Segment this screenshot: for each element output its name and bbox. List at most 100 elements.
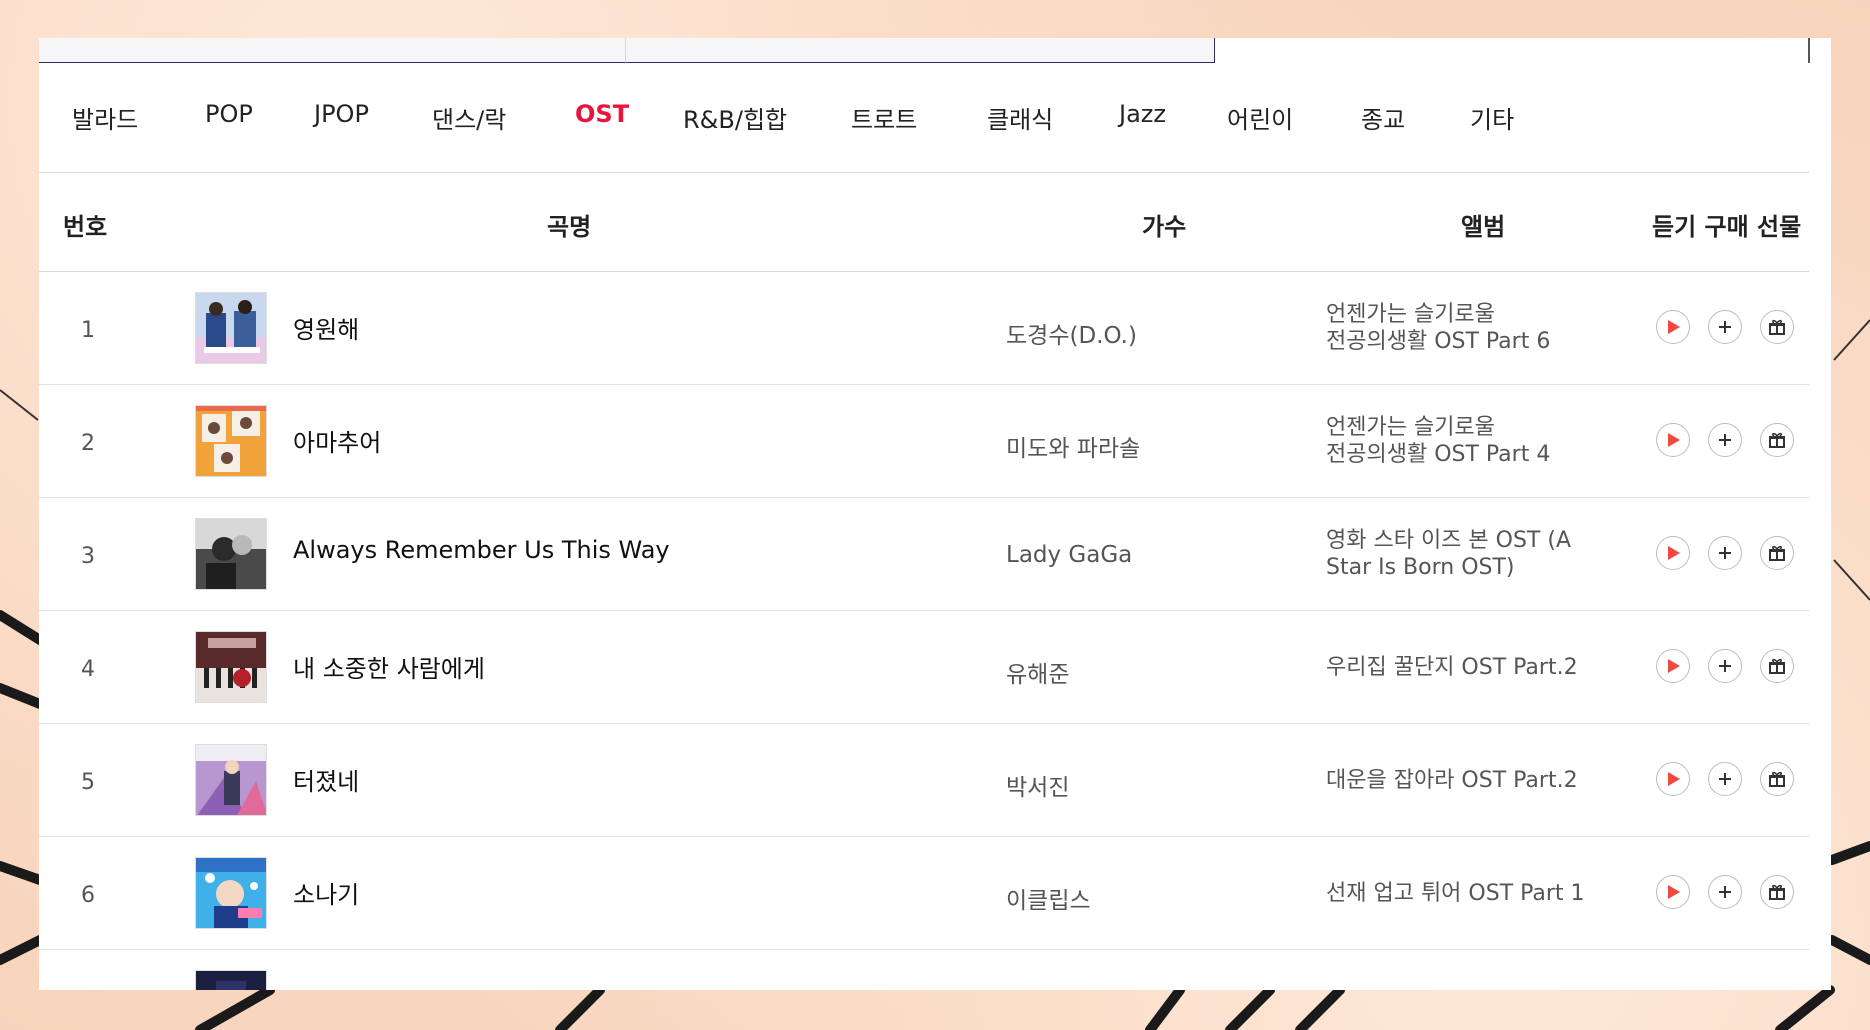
gift-icon	[1769, 658, 1785, 674]
genre-tab-rnb-hiphop[interactable]: R&B/힙합	[683, 100, 787, 135]
play-icon	[1668, 320, 1680, 334]
album-name[interactable]: 대운을 잡아라 OST Part.2	[1326, 767, 1626, 794]
header-artist: 가수	[1142, 213, 1187, 241]
gift-icon	[1769, 432, 1785, 448]
add-button[interactable]	[1708, 649, 1742, 683]
album-line-1: 언젠가는 슬기로울	[1326, 415, 1495, 440]
genre-tab-ballad[interactable]: 발라드	[72, 100, 138, 135]
genre-tab-jpop[interactable]: JPOP	[314, 100, 369, 128]
album-name[interactable]: 언젠가는 슬기로울 전공의생활 OST Part 6	[1326, 301, 1626, 355]
genre-tab-ost[interactable]: OST	[575, 100, 629, 128]
album-name[interactable]: 영화 스타 이즈 본 OST (A Star Is Born OST)	[1326, 527, 1626, 581]
top-tab-bar	[39, 38, 1831, 64]
play-icon	[1668, 433, 1680, 447]
gift-icon	[1769, 771, 1785, 787]
table-row-partial	[39, 950, 1809, 990]
song-title[interactable]: Always Remember Us This Way	[293, 536, 670, 564]
table-row: 4 내 소중한 사람에게 유해준 우리집 꿀단지 OST Part.2	[39, 611, 1809, 724]
row-number: 5	[81, 770, 95, 795]
album-line-1: 우리집 꿀단지 OST Part.2	[1326, 655, 1578, 680]
add-button[interactable]	[1708, 310, 1742, 344]
gift-button[interactable]	[1760, 310, 1794, 344]
gift-button[interactable]	[1760, 423, 1794, 457]
genre-tab-dance-rock[interactable]: 댄스/락	[432, 100, 506, 135]
song-title[interactable]: 소나기	[293, 875, 359, 910]
add-button[interactable]	[1708, 536, 1742, 570]
table-row: 5 터졌네 박서진 대운을 잡아라 OST Part.2	[39, 724, 1809, 837]
genre-tab-religion[interactable]: 종교	[1361, 100, 1405, 135]
add-button[interactable]	[1708, 762, 1742, 796]
album-cover[interactable]	[195, 970, 267, 990]
play-icon	[1668, 772, 1680, 786]
artist-name[interactable]: 유해준	[1006, 655, 1069, 689]
genre-tab-jazz[interactable]: Jazz	[1119, 100, 1166, 128]
album-name[interactable]: 선재 업고 튀어 OST Part 1	[1326, 880, 1626, 907]
header-album: 앨범	[1461, 213, 1506, 241]
gift-icon	[1769, 319, 1785, 335]
plus-icon	[1719, 660, 1731, 672]
genre-tab-trot[interactable]: 트로트	[851, 100, 917, 135]
header-actions: 듣기 구매 선물	[1652, 213, 1802, 241]
play-button[interactable]	[1656, 875, 1690, 909]
artist-name[interactable]: Lady GaGa	[1006, 542, 1132, 568]
song-title[interactable]: 영원해	[293, 310, 359, 345]
album-cover[interactable]	[195, 518, 267, 590]
header-number: 번호	[63, 213, 108, 241]
album-line-1: 언젠가는 슬기로울	[1326, 302, 1495, 327]
album-line-2: 전공의생활 OST Part 4	[1326, 442, 1551, 467]
row-number: 2	[81, 431, 95, 456]
row-number: 3	[81, 544, 95, 569]
album-cover[interactable]	[195, 631, 267, 703]
top-tab-2[interactable]	[626, 38, 1215, 63]
genre-tab-etc[interactable]: 기타	[1470, 100, 1514, 135]
plus-icon	[1719, 321, 1731, 333]
table-row: 6 소나기 이클립스 선재 업고 튀어 OST Part 1	[39, 837, 1809, 950]
song-title[interactable]: 아마추어	[293, 423, 381, 458]
play-button[interactable]	[1656, 649, 1690, 683]
album-cover[interactable]	[195, 744, 267, 816]
artist-name[interactable]: 박서진	[1006, 768, 1069, 802]
play-icon	[1668, 659, 1680, 673]
table-row: 2 아마추어 미도와 파라솔 언젠가는 슬기로울 전공의생활 OST Part …	[39, 385, 1809, 498]
row-number: 4	[81, 657, 95, 682]
gift-button[interactable]	[1760, 762, 1794, 796]
header-title: 곡명	[547, 213, 592, 241]
plus-icon	[1719, 773, 1731, 785]
top-tab-1[interactable]	[39, 38, 626, 63]
gift-button[interactable]	[1760, 649, 1794, 683]
album-cover[interactable]	[195, 857, 267, 929]
album-line-2: 전공의생활 OST Part 6	[1326, 329, 1551, 354]
add-button[interactable]	[1708, 875, 1742, 909]
play-button[interactable]	[1656, 536, 1690, 570]
artist-name[interactable]: 미도와 파라솔	[1006, 429, 1140, 463]
add-button[interactable]	[1708, 423, 1742, 457]
song-title[interactable]: 터졌네	[293, 762, 359, 797]
plus-icon	[1719, 886, 1731, 898]
album-name[interactable]: 우리집 꿀단지 OST Part.2	[1326, 654, 1626, 681]
play-button[interactable]	[1656, 423, 1690, 457]
album-cover[interactable]	[195, 292, 267, 364]
album-name[interactable]: 언젠가는 슬기로울 전공의생활 OST Part 4	[1326, 414, 1626, 468]
play-icon	[1668, 546, 1680, 560]
artist-name[interactable]: 이클립스	[1006, 881, 1091, 915]
genre-tab-classic[interactable]: 클래식	[987, 100, 1053, 135]
artist-name[interactable]: 도경수(D.O.)	[1006, 316, 1137, 350]
play-button[interactable]	[1656, 762, 1690, 796]
genre-tab-pop[interactable]: POP	[205, 100, 253, 128]
gift-icon	[1769, 545, 1785, 561]
album-line-1: 대운을 잡아라 OST Part.2	[1326, 768, 1578, 793]
top-tab-3-edge	[1808, 38, 1810, 63]
gift-button[interactable]	[1760, 875, 1794, 909]
chart-panel: 발라드 POP JPOP 댄스/락 OST R&B/힙합 트로트 클래식 Jaz…	[39, 38, 1831, 990]
gift-button[interactable]	[1760, 536, 1794, 570]
play-icon	[1668, 885, 1680, 899]
song-title[interactable]: 내 소중한 사람에게	[293, 649, 485, 684]
table-row: 1 영원해 도경수(D.O.) 언젠가는 슬기로울 전공의생활 OST Part…	[39, 272, 1809, 385]
album-cover[interactable]	[195, 405, 267, 477]
gift-icon	[1769, 884, 1785, 900]
plus-icon	[1719, 434, 1731, 446]
plus-icon	[1719, 547, 1731, 559]
play-button[interactable]	[1656, 310, 1690, 344]
album-line-1: 영화 스타 이즈 본 OST (A	[1326, 528, 1571, 553]
genre-tab-kids[interactable]: 어린이	[1227, 100, 1293, 135]
